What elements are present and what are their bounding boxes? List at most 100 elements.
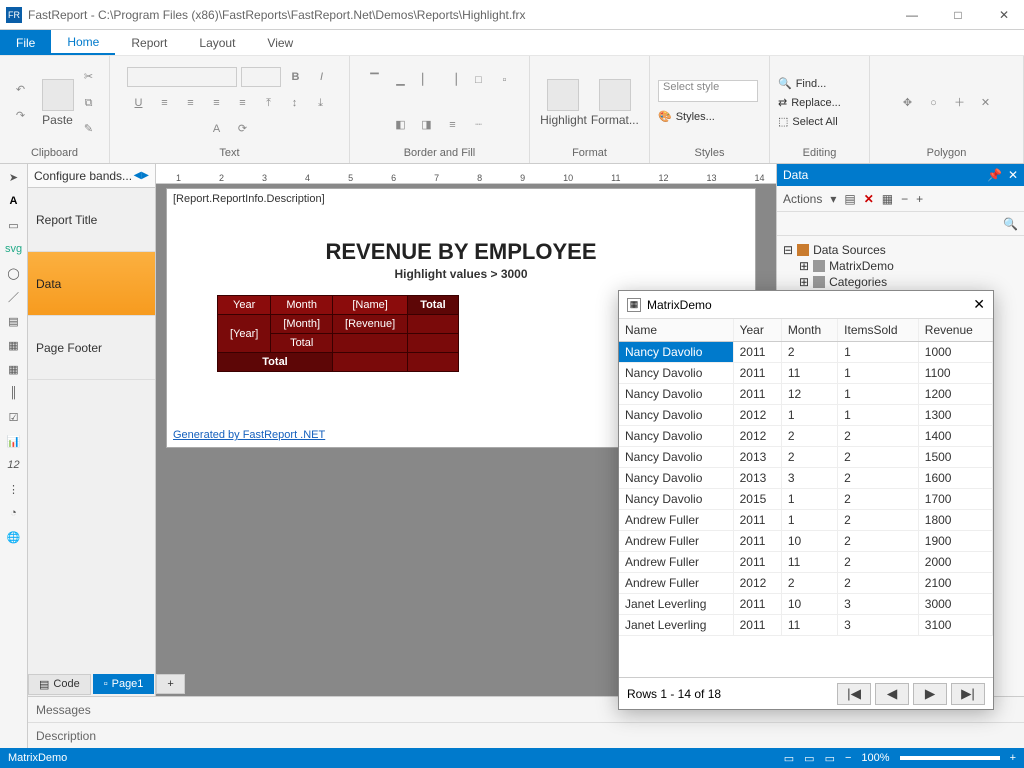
matrix-cell[interactable]: Year (218, 296, 271, 315)
cell[interactable]: 2011 (733, 552, 781, 573)
cell[interactable]: 1700 (918, 489, 992, 510)
datasource-tree[interactable]: ⊟Data Sources ⊞MatrixDemo ⊞Categories (777, 236, 1024, 296)
cell[interactable]: 2 (838, 426, 919, 447)
cell[interactable]: 2100 (918, 573, 992, 594)
align-left-button[interactable]: ≡ (154, 92, 176, 114)
cell[interactable]: Nancy Davolio (619, 342, 733, 363)
matrix-cell[interactable]: [Revenue] (333, 315, 408, 334)
report-subtitle-text[interactable]: Highlight values > 3000 (167, 267, 755, 281)
cell[interactable]: 1400 (918, 426, 992, 447)
cell[interactable]: 2013 (733, 447, 781, 468)
table-row[interactable]: Nancy Davolio2012221400 (619, 426, 993, 447)
picture-tool[interactable]: ▭ (5, 216, 23, 234)
polygon-del-button[interactable]: ✕ (975, 92, 997, 114)
cell[interactable]: 3 (838, 615, 919, 636)
matrix-cell[interactable] (408, 315, 458, 334)
cell[interactable]: 11 (781, 615, 837, 636)
bold-button[interactable]: B (285, 66, 307, 88)
file-menu[interactable]: File (0, 30, 51, 55)
configure-bands[interactable]: Configure bands... ◀▶ (28, 164, 155, 188)
polygon-add-button[interactable]: ＋ (949, 92, 971, 114)
cell[interactable]: 2 (838, 510, 919, 531)
code-tab[interactable]: ▤Code (28, 674, 91, 695)
band-page-footer[interactable]: Page Footer (28, 316, 155, 380)
cell[interactable]: 2012 (733, 426, 781, 447)
cell[interactable]: Nancy Davolio (619, 489, 733, 510)
font-color-button[interactable]: A (206, 118, 228, 140)
polygon-point-button[interactable]: ○ (923, 92, 945, 114)
matrix-cell[interactable]: [Name] (333, 296, 408, 315)
valign-top-button[interactable]: ⤒ (258, 92, 280, 114)
pin-icon[interactable]: 📌 (987, 168, 1002, 182)
align-right-button[interactable]: ≡ (206, 92, 228, 114)
line-tool[interactable]: ／ (5, 288, 23, 306)
data-window-close[interactable]: ✕ (973, 296, 985, 313)
find-button[interactable]: 🔍Find... (778, 75, 826, 92)
cell[interactable]: 2 (781, 426, 837, 447)
table-tool[interactable]: ▦ (5, 336, 23, 354)
cell[interactable]: Janet Leverling (619, 615, 733, 636)
cell[interactable]: Andrew Fuller (619, 510, 733, 531)
table-row[interactable]: Nancy Davolio20111211200 (619, 384, 993, 405)
table-row[interactable]: Nancy Davolio2013221500 (619, 447, 993, 468)
cell[interactable]: 2 (781, 342, 837, 363)
shape-tool[interactable]: ◯ (5, 264, 23, 282)
cell[interactable]: 2012 (733, 405, 781, 426)
add-page-tab[interactable]: + (156, 674, 184, 694)
line-style-button[interactable]: ┈ (468, 114, 490, 136)
line-color-button[interactable]: ◨ (416, 114, 438, 136)
select-all-button[interactable]: ⬚Select All (778, 113, 838, 130)
highlight-button[interactable]: Highlight (540, 79, 587, 127)
cell[interactable]: Nancy Davolio (619, 468, 733, 489)
cell[interactable]: 1 (781, 489, 837, 510)
line-width-button[interactable]: ≡ (442, 114, 464, 136)
cell[interactable]: 2015 (733, 489, 781, 510)
cell[interactable]: 2012 (733, 573, 781, 594)
table-row[interactable]: Andrew Fuller20111021900 (619, 531, 993, 552)
cell[interactable]: Nancy Davolio (619, 363, 733, 384)
tree-item[interactable]: MatrixDemo (829, 259, 894, 273)
cell[interactable]: 2011 (733, 384, 781, 405)
view-data-button[interactable]: ▦ (882, 192, 893, 206)
cell[interactable]: 2011 (733, 342, 781, 363)
styles-button[interactable]: 🎨Styles... (658, 108, 715, 125)
cell[interactable]: 2 (838, 489, 919, 510)
cell[interactable]: 1200 (918, 384, 992, 405)
cell[interactable]: 2011 (733, 363, 781, 384)
table-row[interactable]: Andrew Fuller2012222100 (619, 573, 993, 594)
table-row[interactable]: Andrew Fuller20111122000 (619, 552, 993, 573)
cell[interactable]: 2 (838, 552, 919, 573)
cell[interactable]: 2 (838, 531, 919, 552)
tab-view[interactable]: View (251, 32, 309, 54)
font-size-select[interactable] (241, 67, 281, 87)
matrix-cell[interactable] (333, 353, 408, 372)
underline-button[interactable]: U (128, 92, 150, 114)
align-center-button[interactable]: ≡ (180, 92, 202, 114)
matrix-cell[interactable] (408, 353, 458, 372)
cell[interactable]: 1 (838, 363, 919, 384)
cell[interactable]: 1 (781, 405, 837, 426)
data-grid[interactable]: NameYearMonthItemsSoldRevenue Nancy Davo… (619, 319, 993, 636)
matrix-cell[interactable] (408, 334, 458, 353)
replace-button[interactable]: ⇄Replace... (778, 94, 841, 111)
panel-close-button[interactable]: ✕ (1008, 168, 1018, 182)
cell[interactable]: 3000 (918, 594, 992, 615)
cell[interactable]: 1800 (918, 510, 992, 531)
rotate-button[interactable]: ⟳ (232, 118, 254, 140)
cell[interactable]: 1 (781, 510, 837, 531)
barcode-tool[interactable]: ║ (5, 384, 23, 402)
minimize-button[interactable]: — (898, 8, 926, 22)
zoom-out-button[interactable]: − (845, 752, 851, 764)
delete-datasource-button[interactable]: ✕ (864, 192, 874, 206)
column-header[interactable]: Name (619, 319, 733, 342)
nav-next-button[interactable]: ▶ (913, 683, 947, 705)
cell[interactable]: 11 (781, 552, 837, 573)
cell[interactable]: 1500 (918, 447, 992, 468)
chart-tool[interactable]: 📊 (5, 432, 23, 450)
description-pane-header[interactable]: Description (28, 723, 1024, 749)
view-mode-1[interactable]: ▭ (784, 752, 794, 765)
border-none-button[interactable]: ▫ (494, 69, 516, 91)
border-left-button[interactable]: ▏ (416, 69, 438, 91)
text-tool[interactable]: A (5, 192, 23, 210)
table-row[interactable]: Nancy Davolio2012111300 (619, 405, 993, 426)
